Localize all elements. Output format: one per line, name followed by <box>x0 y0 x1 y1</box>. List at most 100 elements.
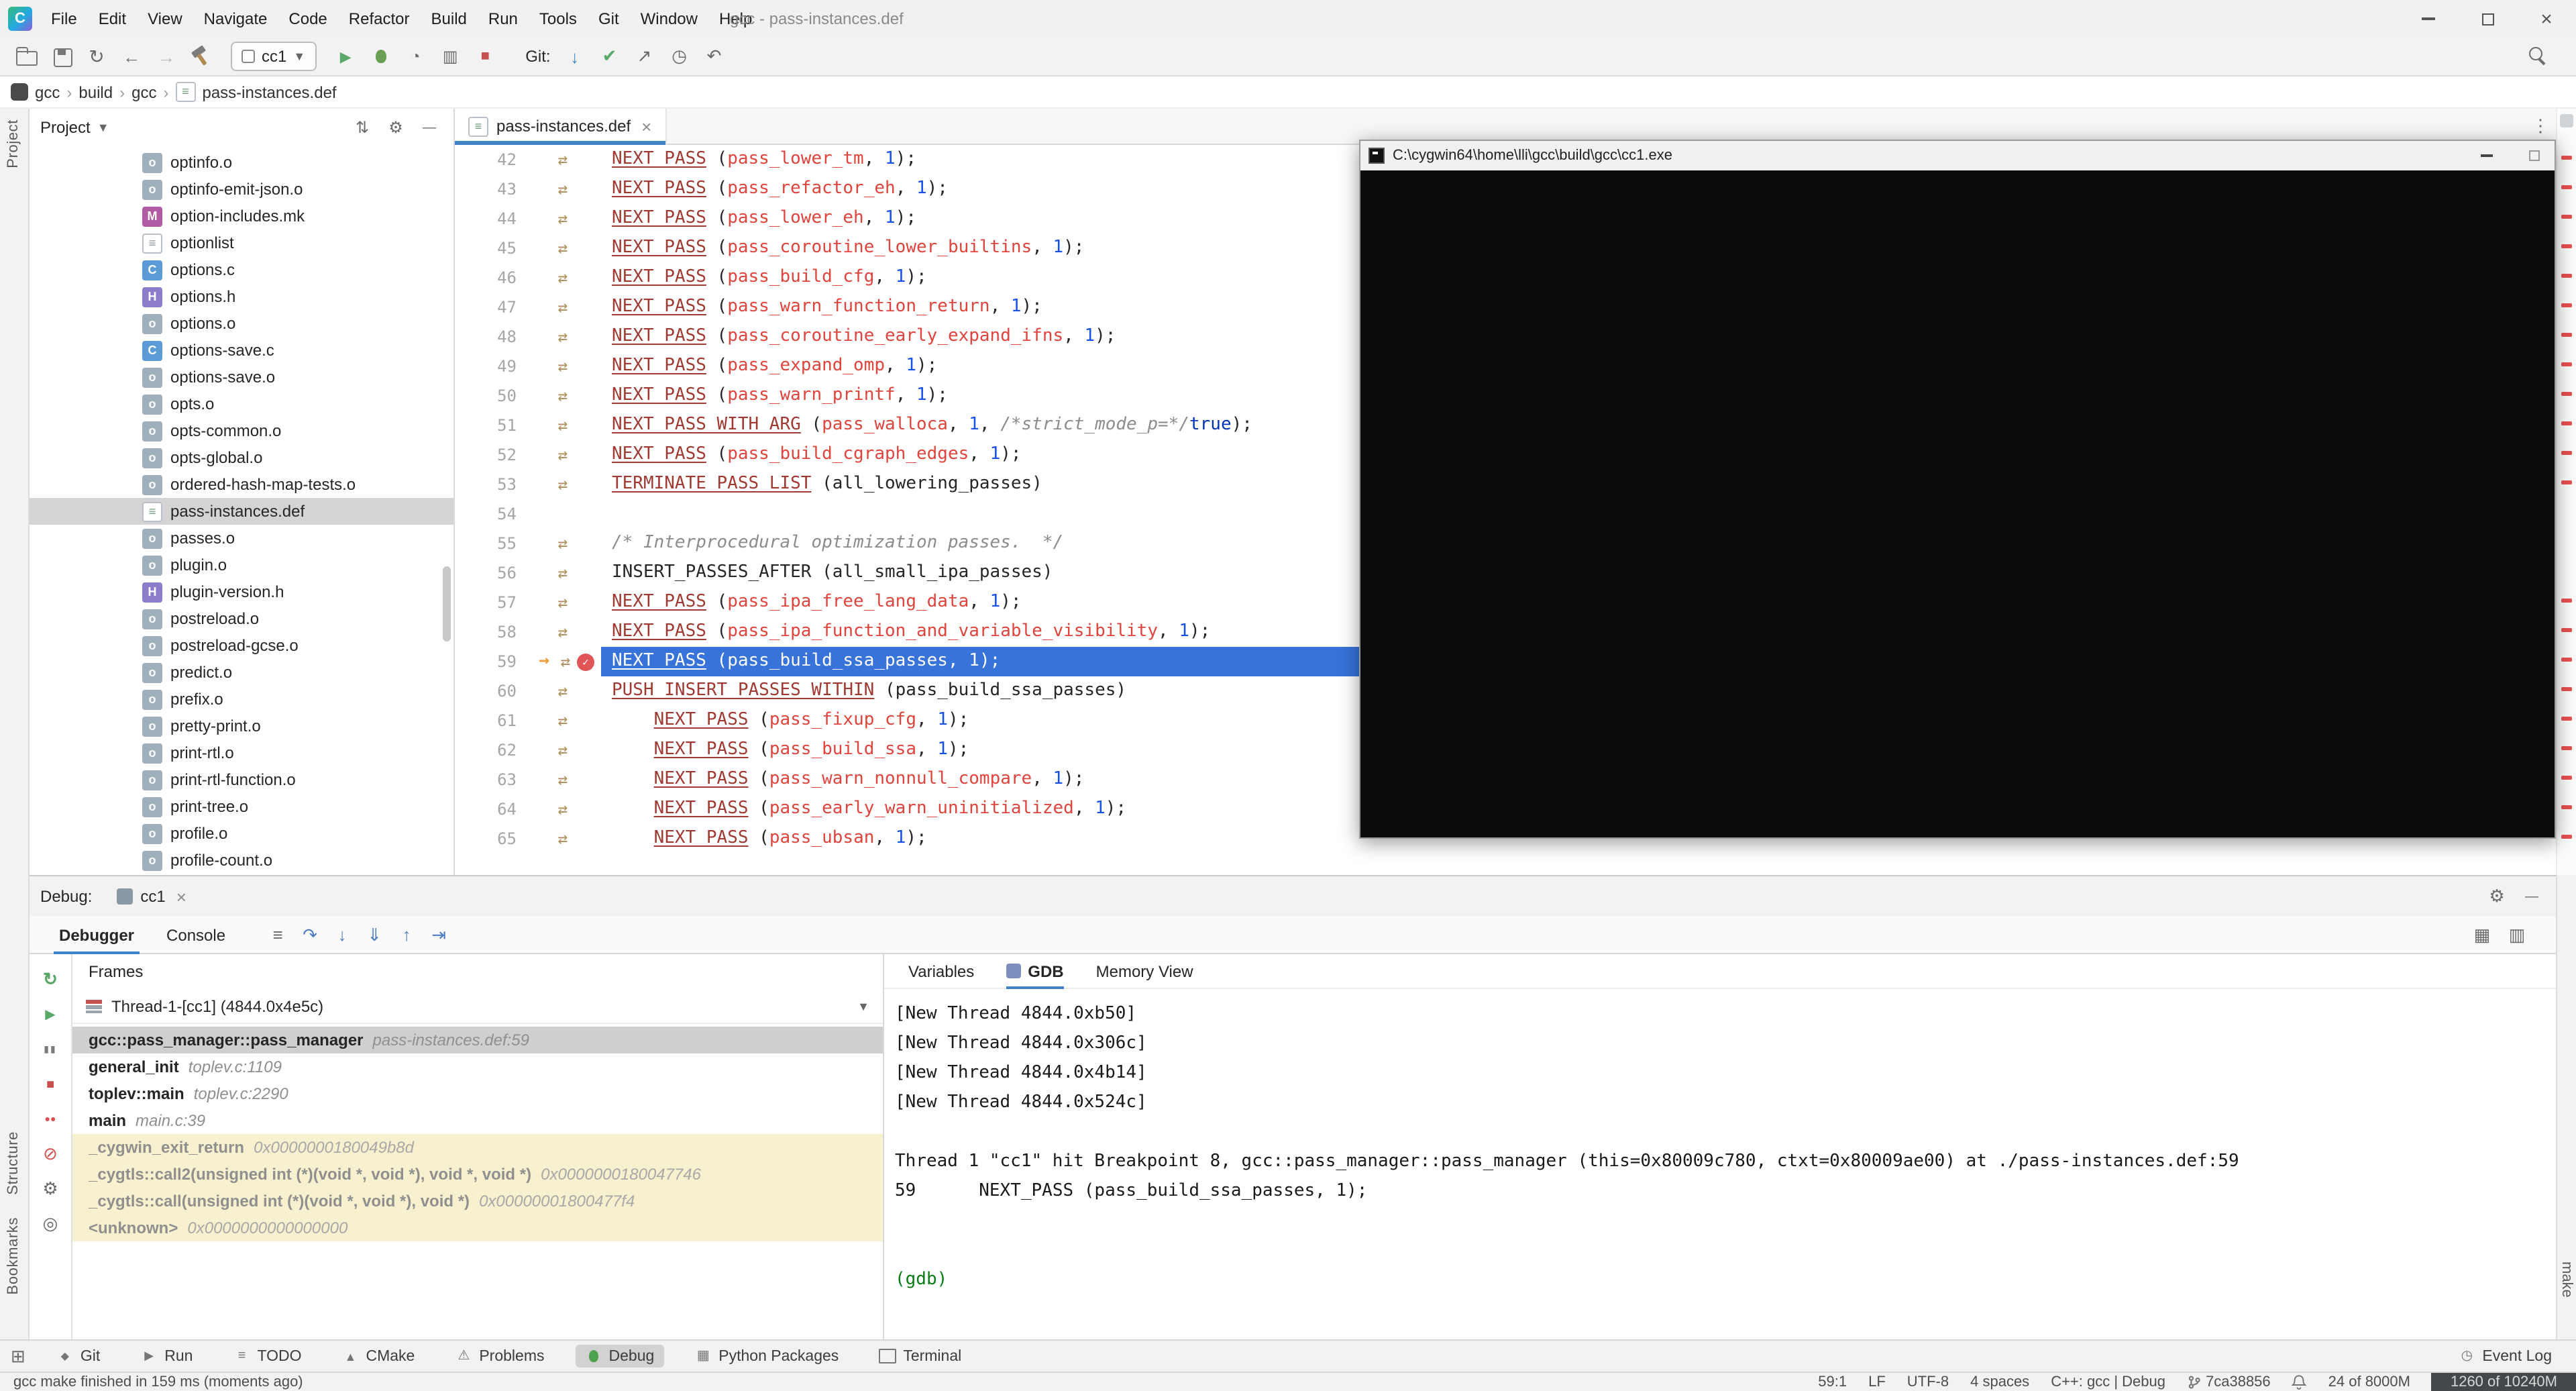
step-out-icon[interactable] <box>392 920 421 949</box>
gutter-icons[interactable]: ⇄ <box>522 558 601 588</box>
project-file[interactable]: passes.o <box>30 525 453 552</box>
run-to-cursor-icon[interactable] <box>424 920 453 949</box>
project-file[interactable]: options.c <box>30 256 453 283</box>
layout-columns-icon[interactable] <box>2502 920 2532 949</box>
project-file[interactable]: options.o <box>30 310 453 337</box>
hide-debug-icon[interactable] <box>2518 883 2545 910</box>
change-marker-icon[interactable]: ⇄ <box>553 174 573 204</box>
project-file[interactable]: profile.o <box>30 820 453 847</box>
view-options-icon[interactable] <box>263 920 292 949</box>
gutter-icons[interactable]: ⇄ <box>522 204 601 234</box>
stack-frame[interactable]: gcc::pass_manager::pass_manager pass-inst… <box>72 1027 883 1053</box>
maximize-button[interactable] <box>2458 0 2517 38</box>
project-file[interactable]: opts-global.o <box>30 444 453 471</box>
layout-grid-icon[interactable] <box>2467 920 2497 949</box>
gear-icon[interactable] <box>382 114 409 141</box>
change-marker-icon[interactable]: ⇄ <box>553 824 573 854</box>
open-project-icon[interactable] <box>11 40 43 72</box>
expand-collapse-icon[interactable] <box>349 114 376 141</box>
change-marker-icon[interactable]: ⇄ <box>553 440 573 470</box>
vcs-history-icon[interactable] <box>663 40 696 72</box>
gutter-icons[interactable]: ⇄ <box>522 794 601 824</box>
resume-icon[interactable] <box>38 1002 62 1027</box>
change-marker-icon[interactable]: ⇄ <box>553 470 573 499</box>
toolwindow-button-terminal[interactable]: Terminal <box>869 1345 971 1368</box>
sidebar-item-project[interactable]: Project <box>5 119 21 168</box>
change-marker-icon[interactable]: ⇄ <box>553 263 573 293</box>
menu-git[interactable]: Git <box>588 9 630 28</box>
project-file[interactable]: predict.o <box>30 659 453 686</box>
pin-icon[interactable] <box>38 1212 62 1236</box>
breadcrumb-item[interactable]: gcc <box>11 83 60 101</box>
debug-settings-icon[interactable] <box>38 1177 62 1201</box>
change-marker-icon[interactable]: ⇄ <box>553 588 573 617</box>
change-marker-icon[interactable]: ⇄ <box>553 706 573 735</box>
step-into-icon[interactable] <box>327 920 357 949</box>
mute-breakpoints-icon[interactable] <box>38 1142 62 1166</box>
gutter-icons[interactable]: ⇄ <box>522 174 601 204</box>
menu-view[interactable]: View <box>137 9 193 28</box>
stop-icon[interactable] <box>469 40 501 72</box>
menu-edit[interactable]: Edit <box>88 9 137 28</box>
toolwindow-button-cmake[interactable]: CMake <box>332 1345 424 1368</box>
menu-run[interactable]: Run <box>478 9 529 28</box>
toolwindow-button-problems[interactable]: Problems <box>445 1345 553 1368</box>
git-branch-widget[interactable]: 7ca38856 <box>2187 1374 2271 1390</box>
gutter-icons[interactable]: ⇄ <box>522 765 601 794</box>
change-marker-icon[interactable]: ⇄ <box>555 647 576 676</box>
gutter-icons[interactable]: ⇄ <box>522 676 601 706</box>
tab-gdb[interactable]: GDB <box>1006 954 1064 988</box>
change-marker-icon[interactable]: ⇄ <box>553 322 573 352</box>
back-icon[interactable] <box>115 40 148 72</box>
memory-badge[interactable]: 1260 of 10240M <box>2431 1373 2576 1391</box>
gutter-icons[interactable]: ⇄ <box>522 824 601 854</box>
project-file[interactable]: print-rtl.o <box>30 739 453 766</box>
stack-frame[interactable]: main main.c:39 <box>72 1107 883 1134</box>
project-file[interactable]: optinfo-emit-json.o <box>30 176 453 203</box>
rerun-debug-icon[interactable] <box>38 968 62 992</box>
toolwindow-switcher-icon[interactable]: ⊞ <box>11 1345 25 1367</box>
encoding-widget[interactable]: UTF-8 <box>1907 1374 1949 1390</box>
project-file[interactable]: optionlist <box>30 229 453 256</box>
project-file[interactable]: options-save.c <box>30 337 453 364</box>
project-file[interactable]: optinfo.o <box>30 149 453 176</box>
gutter-icons[interactable]: ⇄ <box>522 145 601 174</box>
save-all-icon[interactable] <box>46 40 78 72</box>
gutter-icons[interactable]: ⇄ <box>522 706 601 735</box>
console-maximize-button[interactable] <box>2514 141 2555 170</box>
change-marker-icon[interactable]: ⇄ <box>553 676 573 706</box>
change-marker-icon[interactable]: ⇄ <box>553 735 573 765</box>
sidebar-item-make[interactable]: make <box>2559 1261 2575 1298</box>
memory-indicator[interactable]: 24 of 8000M <box>2328 1374 2410 1390</box>
line-separator-widget[interactable]: LF <box>1868 1374 1886 1390</box>
toolwindow-button-python-packages[interactable]: Python Packages <box>685 1345 848 1368</box>
menu-code[interactable]: Code <box>278 9 337 28</box>
toolwindow-button-todo[interactable]: TODO <box>223 1345 311 1368</box>
stack-frame[interactable]: general_init toplev.c:1109 <box>72 1053 883 1080</box>
notifications-bell-icon[interactable] <box>2292 1374 2307 1390</box>
console-output[interactable] <box>1360 170 2555 837</box>
caret-position-widget[interactable]: 59:1 <box>1818 1374 1847 1390</box>
project-file[interactable]: print-tree.o <box>30 793 453 820</box>
gutter-icons[interactable]: ⇄ <box>522 588 601 617</box>
vcs-revert-icon[interactable] <box>698 40 731 72</box>
project-file[interactable]: plugin-version.h <box>30 578 453 605</box>
coverage-icon[interactable] <box>434 40 466 72</box>
inspections-widget-icon[interactable] <box>2560 114 2573 127</box>
menu-build[interactable]: Build <box>421 9 478 28</box>
gutter-icons[interactable] <box>522 499 601 529</box>
project-file[interactable]: postreload.o <box>30 605 453 632</box>
project-file[interactable]: options-save.o <box>30 364 453 391</box>
forward-icon[interactable] <box>150 40 182 72</box>
debug-session-tab[interactable]: cc1 × <box>105 876 197 917</box>
gutter-icons[interactable]: ⇄ <box>522 263 601 293</box>
gutter-icons[interactable]: ⇄ <box>522 617 601 647</box>
project-file[interactable]: postreload-gcse.o <box>30 632 453 659</box>
stack-frame[interactable]: toplev::main toplev.c:2290 <box>72 1080 883 1107</box>
status-message[interactable]: gcc make finished in 159 ms (moments ago… <box>13 1374 303 1390</box>
toolwindow-button-debug[interactable]: Debug <box>575 1345 664 1368</box>
toolwindow-button-git[interactable]: Git <box>47 1345 109 1368</box>
tab-pass-instances-def[interactable]: pass-instances.def × <box>455 108 667 144</box>
stack-frame[interactable]: _cygtls::call(unsigned int (*)(void *, v… <box>72 1188 883 1215</box>
stack-frame[interactable]: _cygtls::call2(unsigned int (*)(void *, … <box>72 1161 883 1188</box>
